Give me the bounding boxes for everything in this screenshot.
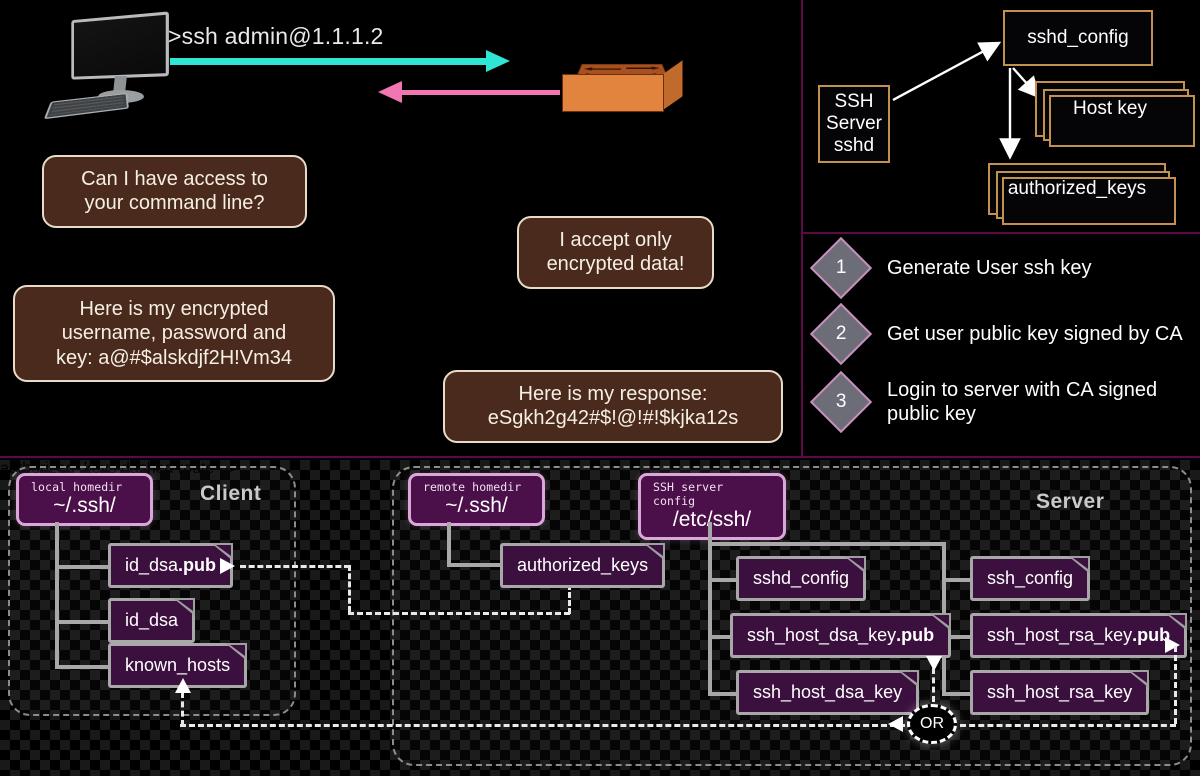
step-number-badge: 1 (809, 236, 873, 300)
folder-path: ~/.ssh/ (445, 494, 508, 517)
file-sshd-config[interactable]: sshd_config (736, 556, 867, 601)
dashed-route (348, 565, 351, 612)
file-name: id_dsa (125, 555, 179, 575)
file-name: ssh_host_rsa_key (987, 682, 1133, 702)
speech-bubble-client-request: Can I have access to your command line? (42, 155, 307, 228)
folder-sublabel: remote homedir (423, 480, 522, 494)
server-config-folder[interactable]: SSH server config /etc/ssh/ (638, 473, 786, 541)
file-suffix: .pub (896, 625, 935, 645)
tree-connector (55, 620, 110, 624)
tree-connector (55, 522, 59, 669)
folder-sublabel: local homedir (31, 480, 123, 494)
ssh-file-layout-panel: Client Server local homedir ~/.ssh/ id_d… (0, 460, 1200, 776)
authorized-keys-node: authorized_keys (988, 163, 1176, 225)
file-name: ssh_config (987, 568, 1074, 588)
client-to-server-arrow (170, 50, 510, 72)
file-suffix: .pub (178, 555, 217, 575)
dashed-route (348, 612, 570, 615)
diagram-root: >ssh admin@1.1.1.2 Can I have access to … (0, 0, 1200, 776)
monitor-screen (71, 11, 169, 80)
tree-connector (708, 542, 946, 546)
step-number-badge: 2 (809, 302, 873, 366)
dashed-route (932, 668, 935, 702)
step-label: Login to server with CA signed public ke… (887, 379, 1158, 426)
keyboard-icon (43, 92, 129, 120)
file-ssh-host-rsa-key[interactable]: ssh_host_rsa_key (970, 670, 1150, 715)
horizontal-divider-bottom (0, 456, 1200, 458)
tree-connector (708, 522, 712, 696)
dashed-route (240, 565, 350, 568)
host-key-node: Host key (1035, 81, 1195, 147)
tree-connector (447, 522, 451, 567)
network-switch-icon (556, 42, 686, 114)
file-name: id_dsa (125, 610, 179, 630)
horizontal-divider-right (801, 232, 1200, 234)
step-3: 3 Login to server with CA signed public … (809, 371, 1158, 434)
dashed-route (568, 584, 571, 614)
file-ssh-config[interactable]: ssh_config (970, 556, 1091, 601)
server-to-client-arrow (378, 81, 560, 103)
switch-side-face (663, 60, 683, 110)
vertical-divider (801, 0, 803, 458)
step-label: Get user public key signed by CA (887, 322, 1183, 345)
file-name: authorized_keys (517, 555, 649, 575)
file-id-dsa[interactable]: id_dsa (108, 598, 196, 643)
file-name: known_hosts (125, 655, 231, 675)
arrow-id-dsa-pub-out (220, 558, 235, 574)
file-name: ssh_host_dsa_key (747, 625, 897, 645)
arrow-into-known-hosts (175, 678, 191, 693)
dashed-route (180, 724, 905, 727)
ssh-handshake-panel: >ssh admin@1.1.1.2 Can I have access to … (0, 0, 801, 458)
dashed-route (181, 692, 184, 726)
step-label: Generate User ssh key (887, 256, 1092, 279)
arrow-or-left (888, 716, 903, 732)
file-ssh-host-rsa-key-pub[interactable]: ssh_host_rsa_key .pub (970, 613, 1188, 658)
speech-bubble-server-response: Here is my response: eSgkh2g42#$!@!#!$kj… (443, 370, 783, 443)
tree-connector (708, 692, 738, 696)
step-number: 2 (835, 322, 847, 344)
tree-connector (55, 565, 110, 569)
tree-connector (942, 578, 972, 582)
sshd-structure-panel: SSH Server sshd sshd_config Host key aut… (805, 0, 1200, 232)
tree-connector (55, 665, 110, 669)
dashed-route (960, 724, 1176, 727)
step-number: 1 (835, 256, 847, 278)
file-name: ssh_host_dsa_key (753, 682, 903, 702)
server-homedir-folder[interactable]: remote homedir ~/.ssh/ (408, 473, 545, 527)
server-region-title: Server (1036, 490, 1105, 513)
desktop-computer-icon (42, 11, 182, 134)
folder-sublabel: SSH server config (653, 480, 724, 508)
arrow-rsa-key-right (1165, 637, 1180, 653)
client-region-title: Client (200, 482, 262, 505)
step-number: 3 (835, 391, 847, 413)
file-authorized-keys[interactable]: authorized_keys (500, 543, 666, 588)
folder-path: /etc/ssh/ (672, 508, 752, 531)
file-id-dsa-pub[interactable]: id_dsa .pub (108, 543, 234, 588)
file-ssh-host-dsa-key[interactable]: ssh_host_dsa_key (736, 670, 920, 715)
dashed-route (1174, 646, 1177, 724)
ca-steps-panel: 1 Generate User ssh key 2 Get user publi… (805, 236, 1200, 458)
speech-bubble-server-policy: I accept only encrypted data! (517, 216, 714, 289)
step-number-badge: 3 (809, 371, 873, 434)
or-node: OR (907, 704, 957, 744)
tree-connector (942, 692, 972, 696)
step-1: 1 Generate User ssh key (809, 236, 1092, 300)
step-2: 2 Get user public key signed by CA (809, 302, 1183, 366)
file-name: ssh_host_rsa_key (987, 625, 1133, 645)
file-ssh-host-dsa-key-pub[interactable]: ssh_host_dsa_key .pub (730, 613, 952, 658)
switch-front-face (562, 74, 664, 112)
file-name: sshd_config (753, 568, 850, 588)
ssh-command-text: >ssh admin@1.1.1.2 (168, 23, 384, 49)
speech-bubble-client-credentials: Here is my encrypted username, password … (13, 285, 335, 383)
client-homedir-folder[interactable]: local homedir ~/.ssh/ (16, 473, 153, 527)
folder-path: ~/.ssh/ (53, 494, 116, 517)
tree-connector (447, 563, 502, 567)
tree-connector (708, 578, 738, 582)
